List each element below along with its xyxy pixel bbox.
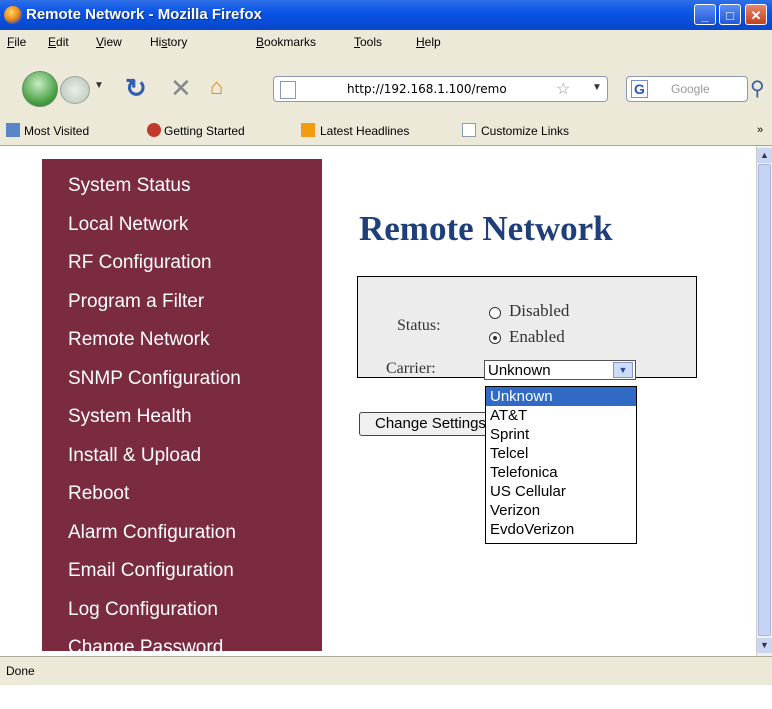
bookmark-customize-links[interactable]: Customize Links (481, 124, 569, 138)
stop-icon[interactable]: ✕ (170, 73, 192, 104)
sidebar-item-system-health[interactable]: System Health (68, 406, 192, 428)
bookmark-latest-headlines[interactable]: Latest Headlines (320, 124, 409, 138)
menu-edit-accel: E (48, 35, 57, 49)
scroll-up-icon[interactable]: ▲ (757, 148, 772, 163)
status-label: Status: (397, 317, 441, 334)
search-placeholder: Google (671, 82, 710, 96)
carrier-option[interactable]: EvdoVerizon (486, 520, 636, 539)
carrier-option[interactable]: Sprint (486, 425, 636, 444)
reload-icon[interactable]: ↻ (125, 73, 147, 104)
carrier-select[interactable]: Unknown ▼ (484, 360, 636, 380)
menu-history-pre: Hi (150, 35, 162, 49)
carrier-option[interactable]: Verizon (486, 501, 636, 520)
sidebar-item-email-configuration[interactable]: Email Configuration (68, 560, 234, 582)
menu-bar: File Edit View History Bookmarks Tools H… (0, 30, 772, 54)
sidebar-item-install-upload[interactable]: Install & Upload (68, 445, 201, 467)
firefox-icon (4, 6, 22, 24)
home-icon[interactable]: ⌂ (210, 74, 223, 100)
menu-help-accel: H (416, 35, 425, 49)
bookmark-getting-started[interactable]: Getting Started (164, 124, 245, 138)
change-settings-label: Change Settings (375, 415, 486, 432)
menu-tools-rest: ools (360, 35, 383, 49)
url-text: http://192.168.1.100/remo (347, 82, 507, 96)
scroll-thumb[interactable] (758, 164, 771, 636)
search-engine-icon[interactable]: G (631, 80, 648, 98)
sidebar-item-log-configuration[interactable]: Log Configuration (68, 599, 218, 621)
search-input[interactable]: G Google (626, 76, 748, 102)
sidebar-item-remote-network[interactable]: Remote Network (68, 329, 210, 351)
radio-enabled-label: Enabled (509, 327, 565, 346)
menu-history[interactable]: History (150, 35, 187, 49)
menu-file-rest: ile (14, 35, 27, 49)
page-content: System Status Local Network RF Configura… (0, 146, 756, 658)
sidebar-item-local-network[interactable]: Local Network (68, 214, 188, 236)
carrier-option[interactable]: Telcel (486, 444, 636, 463)
page-icon (462, 123, 476, 137)
url-dropdown-icon[interactable]: ▼ (592, 82, 602, 93)
radio-enabled[interactable] (489, 332, 501, 344)
title-bar: Remote Network - Mozilla Firefox _ □ ✕ (0, 0, 772, 30)
sidebar-item-alarm-configuration[interactable]: Alarm Configuration (68, 522, 236, 544)
menu-file[interactable]: File (7, 35, 26, 49)
carrier-option[interactable]: AT&T (486, 406, 636, 425)
page-title: Remote Network (359, 209, 613, 248)
minimize-button[interactable]: _ (694, 4, 716, 25)
radio-disabled-label: Disabled (509, 301, 570, 320)
back-icon[interactable] (22, 71, 58, 107)
carrier-label: Carrier: (386, 360, 436, 377)
radio-disabled[interactable] (489, 307, 501, 319)
menu-edit-rest: dit (56, 35, 69, 49)
search-icon[interactable]: ⚲ (750, 76, 765, 101)
bookmarks-overflow-icon[interactable]: » (757, 124, 763, 136)
menu-help-rest: elp (424, 35, 441, 49)
page-icon (280, 81, 296, 99)
menu-bookmarks-rest: ookmarks (264, 35, 317, 49)
menu-help[interactable]: Help (416, 35, 441, 49)
status-text: Done (6, 664, 35, 678)
carrier-options-list: Unknown AT&T Sprint Telcel Telefonica US… (485, 386, 637, 544)
menu-bookmarks[interactable]: Bookmarks (256, 35, 316, 49)
change-settings-button[interactable]: Change Settings (359, 412, 489, 436)
close-button[interactable]: ✕ (745, 4, 767, 25)
menu-view-accel: V (96, 35, 104, 49)
menu-tools[interactable]: Tools (354, 35, 382, 49)
desktop-margin (0, 685, 772, 709)
menu-bookmarks-accel: B (256, 35, 265, 49)
most-visited-icon (6, 123, 20, 137)
menu-view-rest: iew (103, 35, 122, 49)
bookmark-most-visited[interactable]: Most Visited (24, 124, 89, 138)
sidebar-item-system-status[interactable]: System Status (68, 175, 191, 197)
getting-started-icon (147, 123, 161, 137)
carrier-option[interactable]: Telefonica (486, 463, 636, 482)
menu-view[interactable]: View (96, 35, 122, 49)
vertical-scrollbar[interactable]: ▲ ▼ (756, 146, 772, 656)
bookmarks-bar: Most Visited Getting Started Latest Head… (0, 118, 772, 146)
sidebar-item-reboot[interactable]: Reboot (68, 483, 129, 505)
chevron-down-icon[interactable]: ▼ (613, 362, 633, 378)
forward-icon[interactable] (60, 76, 90, 104)
carrier-option[interactable]: US Cellular (486, 482, 636, 501)
bookmark-star-icon[interactable]: ☆ (556, 79, 570, 99)
history-dropdown-icon[interactable]: ▼ (94, 80, 104, 91)
sidebar-item-rf-configuration[interactable]: RF Configuration (68, 252, 212, 274)
carrier-option[interactable]: Unknown (486, 387, 636, 406)
scroll-down-icon[interactable]: ▼ (757, 638, 772, 653)
sidebar: System Status Local Network RF Configura… (42, 159, 322, 658)
sidebar-item-snmp-configuration[interactable]: SNMP Configuration (68, 368, 241, 390)
window-title: Remote Network - Mozilla Firefox (26, 6, 262, 23)
sidebar-item-program-filter[interactable]: Program a Filter (68, 291, 204, 313)
maximize-button[interactable]: □ (719, 4, 741, 25)
menu-history-rest: tory (167, 35, 188, 49)
carrier-selected-value: Unknown (488, 362, 551, 379)
status-bar: Done (0, 656, 772, 685)
rss-icon (301, 123, 315, 137)
menu-edit[interactable]: Edit (48, 35, 69, 49)
